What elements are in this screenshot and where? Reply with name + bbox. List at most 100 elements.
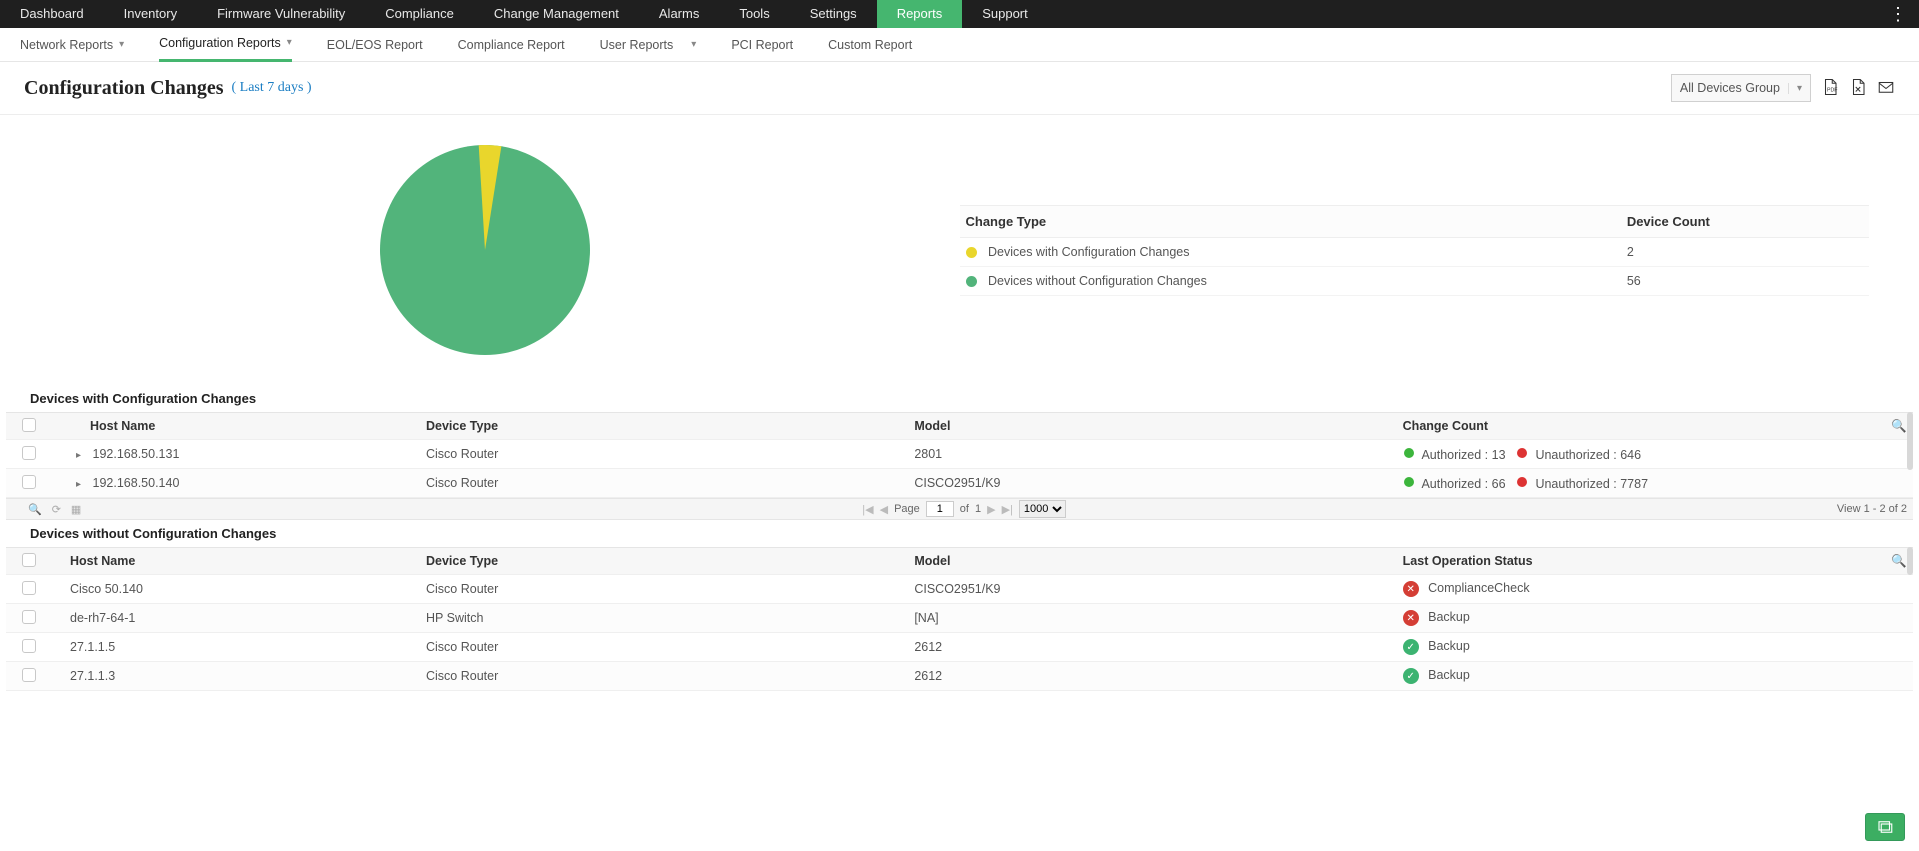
cell-model: CISCO2951/K9 <box>908 476 1396 490</box>
authorized-label: Authorized : <box>1421 477 1491 491</box>
nav-inventory[interactable]: Inventory <box>104 0 197 28</box>
col-model[interactable]: Model <box>908 554 1396 568</box>
subnav-network-reports[interactable]: Network Reports ▾ <box>20 29 124 61</box>
row-checkbox[interactable] <box>22 668 36 682</box>
nav-alarms[interactable]: Alarms <box>639 0 719 28</box>
nav-reports[interactable]: Reports <box>877 0 963 28</box>
export-pdf-icon[interactable]: PDF <box>1821 78 1839 99</box>
export-xls-icon[interactable] <box>1849 78 1867 99</box>
table-row[interactable]: 27.1.1.3 Cisco Router 2612 ✓ Backup <box>6 662 1913 691</box>
cell-status: Backup <box>1428 639 1470 653</box>
device-group-selector[interactable]: All Devices Group ▾ <box>1671 74 1811 102</box>
table-row[interactable]: 27.1.1.5 Cisco Router 2612 ✓ Backup <box>6 633 1913 662</box>
table-header-row: Host Name Device Type Model Last Operati… <box>6 547 1913 575</box>
nav-support[interactable]: Support <box>962 0 1048 28</box>
status-ok-icon: ✓ <box>1403 668 1419 684</box>
col-hostname[interactable]: Host Name <box>50 554 420 568</box>
pager-page-input[interactable] <box>926 501 954 517</box>
table-footer: 🔍 ⟳ ▦ |◀ ◀ Page of 1 ▶ ▶| 1000 View 1 - … <box>6 498 1913 520</box>
floating-action-button[interactable] <box>1865 813 1905 841</box>
table-changed: Host Name Device Type Model Change Count… <box>6 412 1913 520</box>
pager-last-icon[interactable]: ▶| <box>1002 503 1013 516</box>
table-row[interactable]: de-rh7-64-1 HP Switch [NA] ✕ Backup <box>6 604 1913 633</box>
table-header-row: Host Name Device Type Model Change Count… <box>6 412 1913 440</box>
cell-devicetype: Cisco Router <box>420 582 908 596</box>
expand-caret-icon[interactable]: ▸ <box>76 479 81 490</box>
chevron-down-icon: ▾ <box>287 27 292 59</box>
pager-total: 1 <box>975 503 981 515</box>
expand-caret-icon[interactable]: ▸ <box>76 450 81 461</box>
pager: |◀ ◀ Page of 1 ▶ ▶| 1000 <box>862 500 1066 518</box>
col-changecount[interactable]: Change Count <box>1397 419 1885 433</box>
table-unchanged: Host Name Device Type Model Last Operati… <box>6 547 1913 691</box>
section-title-unchanged: Devices without Configuration Changes <box>0 520 1919 547</box>
cell-model: 2801 <box>908 447 1396 461</box>
col-model[interactable]: Model <box>908 419 1396 433</box>
table-row[interactable]: Cisco 50.140 Cisco Router CISCO2951/K9 ✕… <box>6 575 1913 604</box>
pager-size-select[interactable]: 1000 <box>1019 500 1066 518</box>
unauthorized-icon <box>1516 476 1528 488</box>
footer-refresh-icon[interactable]: ⟳ <box>52 503 61 516</box>
cell-devicetype: Cisco Router <box>420 669 908 683</box>
cell-hostname: 192.168.50.131 <box>93 447 180 461</box>
pager-first-icon[interactable]: |◀ <box>862 503 873 516</box>
table-row[interactable]: ▸ 192.168.50.140 Cisco Router CISCO2951/… <box>6 469 1913 498</box>
cell-model: CISCO2951/K9 <box>908 582 1396 596</box>
row-checkbox[interactable] <box>22 446 36 460</box>
row-checkbox[interactable] <box>22 581 36 595</box>
footer-export-icon[interactable]: ▦ <box>71 503 81 516</box>
cell-devicetype: Cisco Router <box>420 447 908 461</box>
col-status[interactable]: Last Operation Status <box>1397 554 1885 568</box>
scrollbar[interactable] <box>1907 547 1913 575</box>
col-hostname[interactable]: Host Name <box>50 419 420 433</box>
authorized-label: Authorized : <box>1421 448 1491 462</box>
row-checkbox[interactable] <box>22 639 36 653</box>
table-row[interactable]: ▸ 192.168.50.131 Cisco Router 2801 Autho… <box>6 440 1913 469</box>
select-all-checkbox[interactable] <box>22 418 36 432</box>
email-icon[interactable] <box>1877 78 1895 99</box>
sub-nav: Network Reports ▾ Configuration Reports … <box>0 28 1919 62</box>
kebab-menu-icon[interactable]: ⋮ <box>1877 4 1919 25</box>
cell-hostname: 27.1.1.3 <box>50 669 420 683</box>
select-all-checkbox[interactable] <box>22 553 36 567</box>
pager-next-icon[interactable]: ▶ <box>987 503 995 516</box>
col-devicetype[interactable]: Device Type <box>420 419 908 433</box>
row-checkbox[interactable] <box>22 475 36 489</box>
nav-change-mgmt[interactable]: Change Management <box>474 0 639 28</box>
page-subtitle: ( Last 7 days ) <box>231 80 311 96</box>
nav-compliance[interactable]: Compliance <box>365 0 474 28</box>
cell-hostname: 27.1.1.5 <box>50 640 420 654</box>
authorized-count: 13 <box>1492 448 1506 462</box>
subnav-compliance-report[interactable]: Compliance Report <box>458 29 565 61</box>
legend-row: Devices with Configuration Changes 2 <box>960 237 1870 266</box>
nav-firmware[interactable]: Firmware Vulnerability <box>197 0 365 28</box>
scrollbar[interactable] <box>1907 412 1913 470</box>
cell-hostname: Cisco 50.140 <box>50 582 420 596</box>
subnav-user-reports[interactable]: User Reports ▾ <box>600 29 697 61</box>
view-count: View 1 - 2 of 2 <box>1837 503 1907 515</box>
cell-hostname: de-rh7-64-1 <box>50 611 420 625</box>
row-checkbox[interactable] <box>22 610 36 624</box>
windows-icon <box>1876 818 1894 836</box>
subnav-eol-eos[interactable]: EOL/EOS Report <box>327 29 423 61</box>
unauthorized-count: 7787 <box>1620 477 1648 491</box>
section-title-changed: Devices with Configuration Changes <box>0 385 1919 412</box>
nav-settings[interactable]: Settings <box>790 0 877 28</box>
cell-changecount: Authorized : 66 Unauthorized : 7787 <box>1397 476 1885 491</box>
pager-prev-icon[interactable]: ◀ <box>880 503 888 516</box>
cell-hostname: 192.168.50.140 <box>93 476 180 490</box>
nav-tools[interactable]: Tools <box>719 0 789 28</box>
subnav-pci-report[interactable]: PCI Report <box>731 29 793 61</box>
subnav-configuration-reports[interactable]: Configuration Reports ▾ <box>159 27 292 62</box>
legend-container: Change Type Device Count Devices with Co… <box>960 205 1910 296</box>
nav-dashboard[interactable]: Dashboard <box>0 0 104 28</box>
svg-text:PDF: PDF <box>1827 87 1838 93</box>
status-error-icon: ✕ <box>1403 581 1419 597</box>
footer-search-icon[interactable]: 🔍 <box>28 503 42 516</box>
subnav-label: Configuration Reports <box>159 27 281 59</box>
chevron-down-icon: ▾ <box>691 29 696 61</box>
subnav-custom-report[interactable]: Custom Report <box>828 29 912 61</box>
subnav-label: Network Reports <box>20 29 113 61</box>
col-devicetype[interactable]: Device Type <box>420 554 908 568</box>
chevron-down-icon: ▾ <box>119 29 124 61</box>
